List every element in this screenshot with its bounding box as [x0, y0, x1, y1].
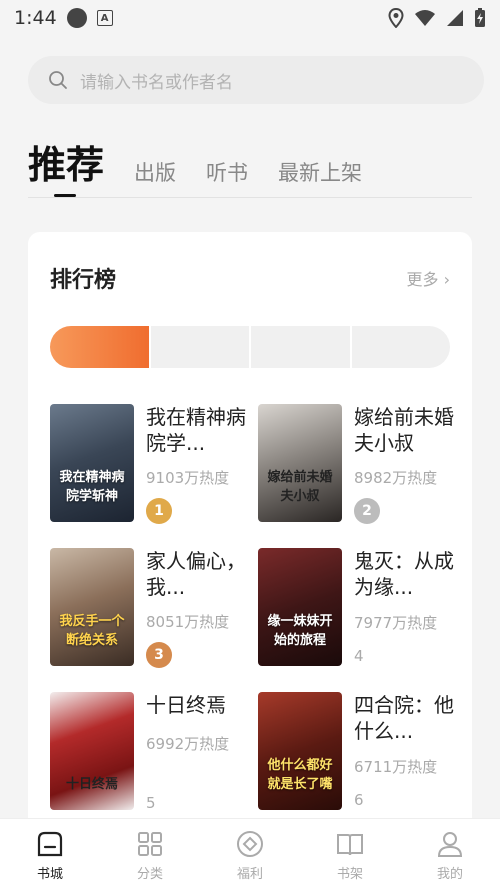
status-bar: 1:44 A: [0, 0, 500, 36]
rank-badge: 1: [146, 498, 172, 524]
notification-dot-icon: [66, 8, 87, 28]
nav-profile[interactable]: 我的: [400, 819, 500, 888]
ranking-title: 排行榜: [50, 268, 117, 293]
battery-charging-icon: [475, 8, 485, 27]
book-item[interactable]: 我反手一个断绝关系 家人偏心，我... 8051万热度 3: [50, 548, 250, 668]
bottom-nav: 书城 分类 福利 书架 我的: [0, 818, 500, 888]
ranking-segment[interactable]: [251, 326, 350, 368]
book-item[interactable]: 嫁给前未婚夫小叔 嫁给前未婚夫小叔 8982万热度 2: [258, 404, 458, 524]
book-cover: 他什么都好就是长了嘴: [258, 692, 342, 810]
tab-recommend[interactable]: 推荐: [28, 134, 104, 197]
nav-category[interactable]: 分类: [100, 819, 200, 888]
cover-title-text: 我在精神病院学斩神: [59, 470, 125, 504]
ranking-segment[interactable]: [351, 326, 450, 368]
search-icon: [49, 71, 67, 89]
book-heat: 6992万热度: [146, 735, 230, 753]
book-item[interactable]: 缘一妹妹开始的旅程 鬼灭：从成为缘... 7977万热度 4: [258, 548, 458, 668]
cover-title-text: 嫁给前未婚夫小叔: [267, 470, 333, 504]
nav-label: 书架: [336, 867, 363, 882]
book-heat: 6711万热度: [354, 758, 438, 776]
rank-number: 6: [354, 791, 364, 809]
cover-title-text: 他什么都好就是长了嘴: [267, 758, 333, 792]
status-time: 1:44: [14, 7, 57, 29]
nav-label: 书城: [36, 867, 63, 882]
wifi-icon: [415, 10, 435, 26]
search-placeholder: 请输入书名或作者名: [80, 72, 233, 93]
book-title: 四合院：他什么...: [354, 693, 454, 743]
book-item[interactable]: 十日终焉 十日终焉 6992万热度 5: [50, 692, 250, 812]
ranking-segment[interactable]: [150, 326, 249, 368]
book-cover: 我在精神病院学斩神: [50, 404, 134, 522]
book-cover: 我反手一个断绝关系: [50, 548, 134, 666]
nav-welfare[interactable]: 福利: [200, 819, 300, 888]
book-item[interactable]: 他什么都好就是长了嘴 四合院：他什么... 6711万热度 6: [258, 692, 458, 812]
book-icon: [337, 834, 363, 856]
book-heat: 7977万热度: [354, 614, 438, 632]
ranking-more-label: 更多: [406, 270, 439, 289]
book-title: 嫁给前未婚夫小叔: [354, 405, 454, 455]
coin-icon: [237, 831, 263, 857]
nav-label: 分类: [136, 867, 163, 882]
book-cover: 十日终焉: [50, 692, 134, 810]
tab-publish[interactable]: 出版: [134, 157, 176, 197]
nav-bookshelf[interactable]: 书架: [300, 819, 400, 888]
ranking-card: 排行榜 更多 › 我在精神病院学斩神 我在精神病院学... 9103万热度 1 …: [28, 232, 472, 832]
book-heat: 8982万热度: [354, 469, 438, 488]
chevron-right-icon: ›: [443, 270, 450, 289]
book-title: 家人偏心，我...: [146, 549, 246, 599]
book-title: 我在精神病院学...: [146, 405, 246, 455]
ranking-segment-bar: [50, 326, 450, 368]
home-icon: [37, 831, 63, 857]
category-tabs: 推荐 出版 听书 最新上架: [28, 140, 472, 198]
ranking-more-link[interactable]: 更多 ›: [406, 266, 450, 290]
rank-number: 4: [354, 647, 364, 665]
nav-label: 我的: [436, 867, 463, 882]
nav-label: 福利: [236, 867, 263, 882]
cover-title-text: 十日终焉: [65, 777, 118, 792]
grid-icon: [138, 832, 162, 856]
book-title: 鬼灭：从成为缘...: [354, 549, 454, 599]
book-heat: 8051万热度: [146, 613, 230, 632]
rank-number: 5: [146, 794, 156, 812]
rank-badge: 3: [146, 642, 172, 668]
ranking-segment[interactable]: [50, 326, 149, 368]
rank-badge: 2: [354, 498, 380, 524]
notification-a-icon: A: [96, 10, 113, 26]
book-title: 十日终焉: [146, 693, 226, 717]
book-item[interactable]: 我在精神病院学斩神 我在精神病院学... 9103万热度 1: [50, 404, 250, 524]
location-icon: [388, 8, 404, 28]
signal-icon: [447, 10, 463, 26]
cover-title-text: 我反手一个断绝关系: [59, 614, 125, 648]
book-cover: 嫁给前未婚夫小叔: [258, 404, 342, 522]
nav-bookstore[interactable]: 书城: [0, 819, 100, 888]
book-heat: 9103万热度: [146, 469, 230, 488]
search-bar[interactable]: 请输入书名或作者名: [28, 56, 484, 104]
tab-audiobook[interactable]: 听书: [206, 157, 248, 197]
user-icon: [437, 832, 463, 857]
book-cover: 缘一妹妹开始的旅程: [258, 548, 342, 666]
tab-new-arrivals[interactable]: 最新上架: [278, 157, 362, 197]
cover-title-text: 缘一妹妹开始的旅程: [267, 614, 333, 648]
